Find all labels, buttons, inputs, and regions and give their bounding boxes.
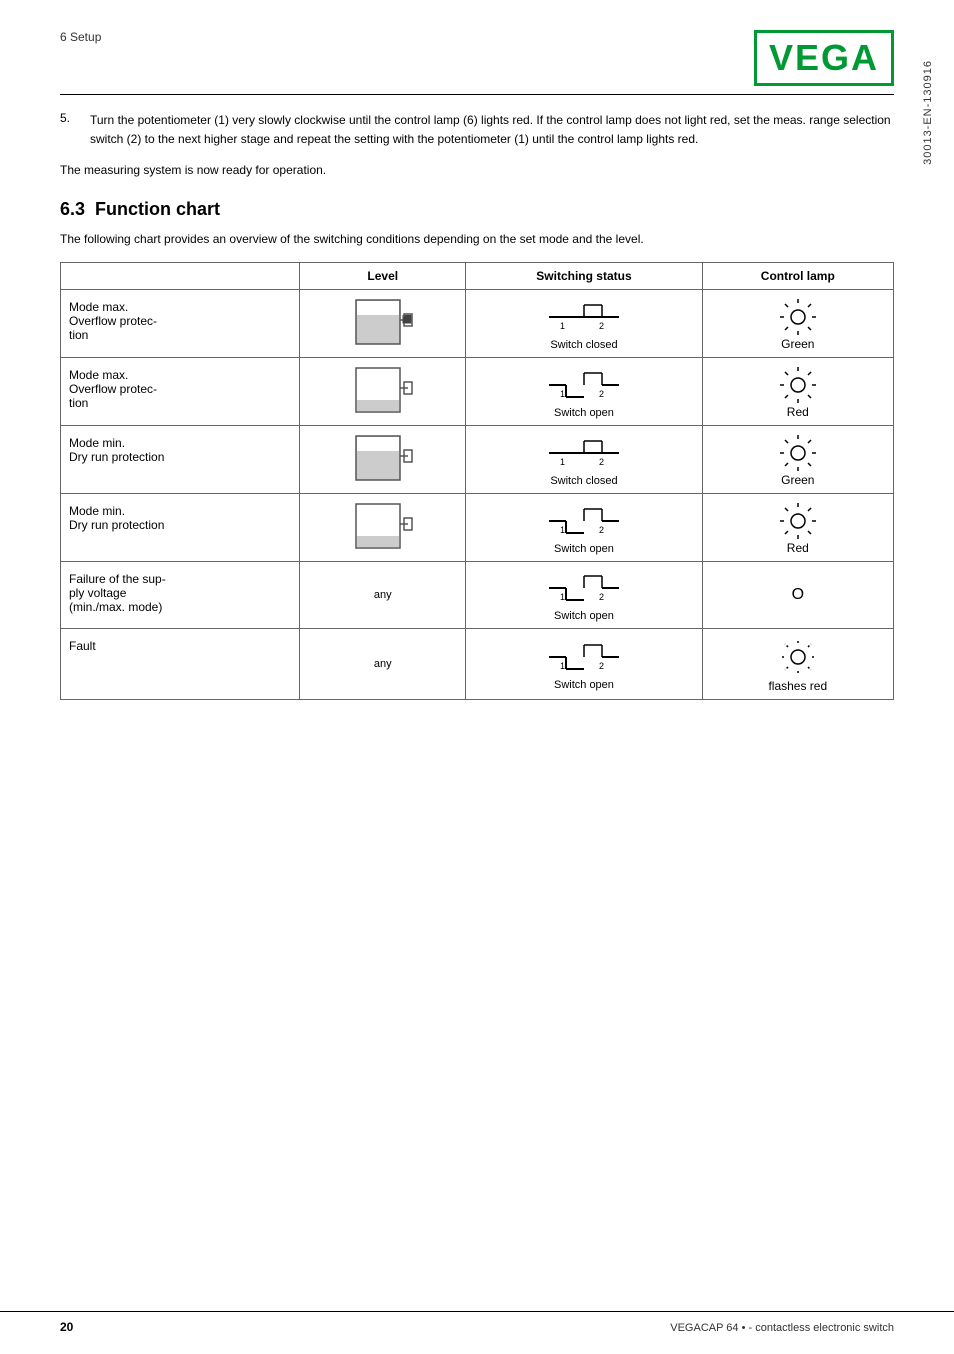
switch-open-diagram2: 1 2 [544,501,624,541]
footer: 20 VEGACAP 64 • - contactless electronic… [0,1311,954,1334]
switch-open-diagram: 1 2 [544,365,624,405]
table-row: Failure of the sup- ply voltage (min./ma… [61,562,894,629]
red-lamp-icon2 [778,501,818,541]
row2-desc: Mode max. Overflow protec- tion [61,358,300,426]
row5-switch-label: Switch open [474,610,693,622]
row1-switch: 1 2 Switch closed [466,290,702,358]
lamp-off-icon: O [792,586,804,603]
row3-switch: 1 2 Switch closed [466,426,702,494]
section-label: 6 Setup [60,30,101,44]
svg-text:1: 1 [560,389,565,399]
function-chart-table: Level Switching status Control lamp Mode… [60,262,894,700]
row6-level: any [300,629,466,700]
svg-text:2: 2 [599,592,604,602]
table-row: Mode min. Dry run protection [61,494,894,562]
svg-text:1: 1 [560,661,565,671]
content: 5. Turn the potentiometer (1) very slowl… [60,111,894,700]
row1-desc: Mode max. Overflow protec- tion [61,290,300,358]
row5-switch: 1 2 Switch open [466,562,702,629]
switch-open-diagram3: 1 2 [544,568,624,608]
ready-text: The measuring system is now ready for op… [60,161,894,179]
svg-text:2: 2 [599,321,604,331]
row4-lamp-label: Red [787,541,809,555]
row3-level [300,426,466,494]
switch-closed-diagram: 1 2 [544,297,624,337]
green-lamp-icon [778,297,818,337]
row5-lamp: O [702,562,893,629]
section-description: The following chart provides an overview… [60,230,894,248]
row6-lamp-label: flashes red [768,679,827,693]
table-row: Mode max. Overflow protec- tion [61,358,894,426]
doc-number: 30013-EN-130916 [922,60,934,165]
svg-text:2: 2 [599,661,604,671]
svg-text:2: 2 [599,457,604,467]
col-header-level: Level [300,263,466,290]
red-lamp-icon [778,365,818,405]
row1-switch-label: Switch closed [474,339,693,351]
header: 6 Setup VEGA [60,30,894,95]
row5-level: any [300,562,466,629]
row3-lamp-label: Green [781,473,814,487]
svg-text:2: 2 [599,525,604,535]
col-header-switch: Switching status [466,263,702,290]
svg-text:1: 1 [560,321,565,331]
row1-level: ⬛ [300,290,466,358]
row6-switch-label: Switch open [474,679,693,691]
level-diagram-high2 [352,432,414,484]
table-row: Fault any 1 2 [61,629,894,700]
svg-text:1: 1 [560,592,565,602]
table-row: Mode max. Overflow protec- tion ⬛ [61,290,894,358]
row2-switch: 1 2 Switch open [466,358,702,426]
section-title: Function chart [95,199,220,219]
row2-lamp: Red [702,358,893,426]
row4-level [300,494,466,562]
level-diagram-low [352,364,414,416]
col-header-lamp: Control lamp [702,263,893,290]
page-number: 20 [60,1320,73,1334]
logo: VEGA [754,30,894,86]
level-diagram-low2 [352,500,414,552]
row4-switch-label: Switch open [474,543,693,555]
col-header-desc [61,263,300,290]
row3-switch-label: Switch closed [474,475,693,487]
row4-switch: 1 2 Switch open [466,494,702,562]
row6-switch: 1 2 Switch open [466,629,702,700]
svg-text:⬛: ⬛ [402,314,412,324]
table-header-row: Level Switching status Control lamp [61,263,894,290]
level-diagram-high: ⬛ [352,296,414,348]
row2-level [300,358,466,426]
row4-lamp: Red [702,494,893,562]
section-number: 6.3 [60,199,85,219]
row2-switch-label: Switch open [474,407,693,419]
svg-text:2: 2 [599,389,604,399]
step-text: Turn the potentiometer (1) very slowly c… [90,111,894,149]
row2-lamp-label: Red [787,405,809,419]
green-lamp-icon2 [778,433,818,473]
switch-closed-diagram2: 1 2 [544,433,624,473]
row3-desc: Mode min. Dry run protection [61,426,300,494]
row6-desc: Fault [61,629,300,700]
section-heading: 6.3 Function chart [60,199,894,220]
step-5: 5. Turn the potentiometer (1) very slowl… [60,111,894,149]
row5-desc: Failure of the sup- ply voltage (min./ma… [61,562,300,629]
switch-open-diagram4: 1 2 [544,637,624,677]
page: 6 Setup VEGA 5. Turn the potentiometer (… [0,0,954,1354]
svg-text:1: 1 [560,525,565,535]
row3-lamp: Green [702,426,893,494]
row6-lamp: flashes red [702,629,893,700]
table-row: Mode min. Dry run protection [61,426,894,494]
row1-lamp: Green [702,290,893,358]
step-number: 5. [60,111,90,149]
svg-text:1: 1 [560,457,565,467]
row4-desc: Mode min. Dry run protection [61,494,300,562]
doc-title: VEGACAP 64 • - contactless electronic sw… [670,1322,894,1334]
flashing-lamp-icon [773,635,823,679]
row1-lamp-label: Green [781,337,814,351]
